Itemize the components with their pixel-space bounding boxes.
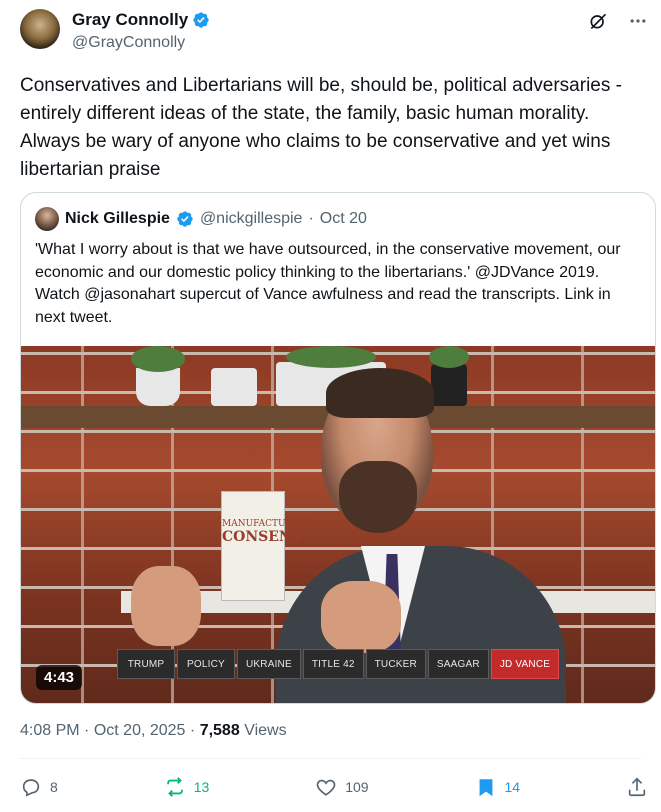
quote-separator: · [308, 210, 314, 227]
quote-header: Nick Gillespie @nickgillespie · Oct 20 [35, 207, 367, 231]
divider [20, 758, 641, 759]
top-actions [587, 10, 649, 32]
chyron-item: SAAGAR [427, 649, 489, 679]
action-bar: 8 13 109 14 [20, 776, 648, 798]
chyron-item: TRUMP [117, 649, 175, 679]
chyron-item: TUCKER [365, 649, 426, 679]
video-player[interactable]: MANUFACTURING CONSENT TRUMP POLICY UKRAI… [21, 346, 655, 703]
tweet-date[interactable]: Oct 20, 2025 [94, 722, 186, 739]
bookmark-icon [479, 779, 492, 797]
share-icon [628, 777, 646, 797]
news-chyron: TRUMP POLICY UKRAINE TITLE 42 TUCKER SAA… [117, 649, 560, 679]
author-name-row[interactable]: Gray Connolly [72, 10, 210, 30]
tweet-text: Conservatives and Libertarians will be, … [20, 75, 622, 180]
heart-icon [316, 779, 336, 796]
reply-icon [22, 779, 40, 797]
quote-author-avatar[interactable] [35, 207, 59, 231]
repost-icon [166, 777, 183, 797]
book-manufacturing-consent: MANUFACTURING CONSENT [221, 491, 311, 601]
repost-count: 13 [193, 779, 210, 795]
share-button[interactable] [626, 776, 648, 798]
views-label: Views [244, 722, 287, 739]
quote-date[interactable]: Oct 20 [320, 210, 367, 228]
author-handle[interactable]: @GrayConnolly [72, 34, 185, 52]
chyron-item: POLICY [177, 649, 235, 679]
verified-badge-icon [177, 211, 193, 227]
author-avatar[interactable] [20, 9, 60, 49]
chyron-item-active: JD VANCE [490, 649, 560, 679]
more-options-icon[interactable] [627, 10, 649, 32]
chyron-item: UKRAINE [237, 649, 301, 679]
chyron-item: TITLE 42 [302, 649, 364, 679]
bookmark-button[interactable]: 14 [475, 776, 521, 798]
verified-badge-icon [193, 12, 209, 28]
grok-icon[interactable] [587, 10, 609, 32]
tweet-timestamp[interactable]: 4:08 PM · Oct 20, 2025 · 7,588 Views [20, 722, 287, 740]
quote-text: 'What I worry about is that we have outs… [35, 241, 621, 326]
like-button[interactable]: 109 [315, 776, 369, 798]
repost-button[interactable]: 13 [164, 776, 210, 798]
quote-tweet[interactable]: Nick Gillespie @nickgillespie · Oct 20 '… [20, 192, 656, 704]
author-name[interactable]: Gray Connolly [72, 10, 188, 30]
quote-author-name[interactable]: Nick Gillespie [65, 210, 170, 228]
bookmark-count: 14 [504, 779, 521, 795]
tweet-time[interactable]: 4:08 PM [20, 722, 80, 739]
reply-count: 8 [50, 779, 58, 795]
video-duration: 4:43 [36, 665, 83, 690]
reply-button[interactable]: 8 [20, 776, 58, 798]
like-count: 109 [345, 779, 369, 795]
quote-author-handle[interactable]: @nickgillespie [200, 210, 303, 228]
views-count: 7,588 [199, 722, 240, 739]
